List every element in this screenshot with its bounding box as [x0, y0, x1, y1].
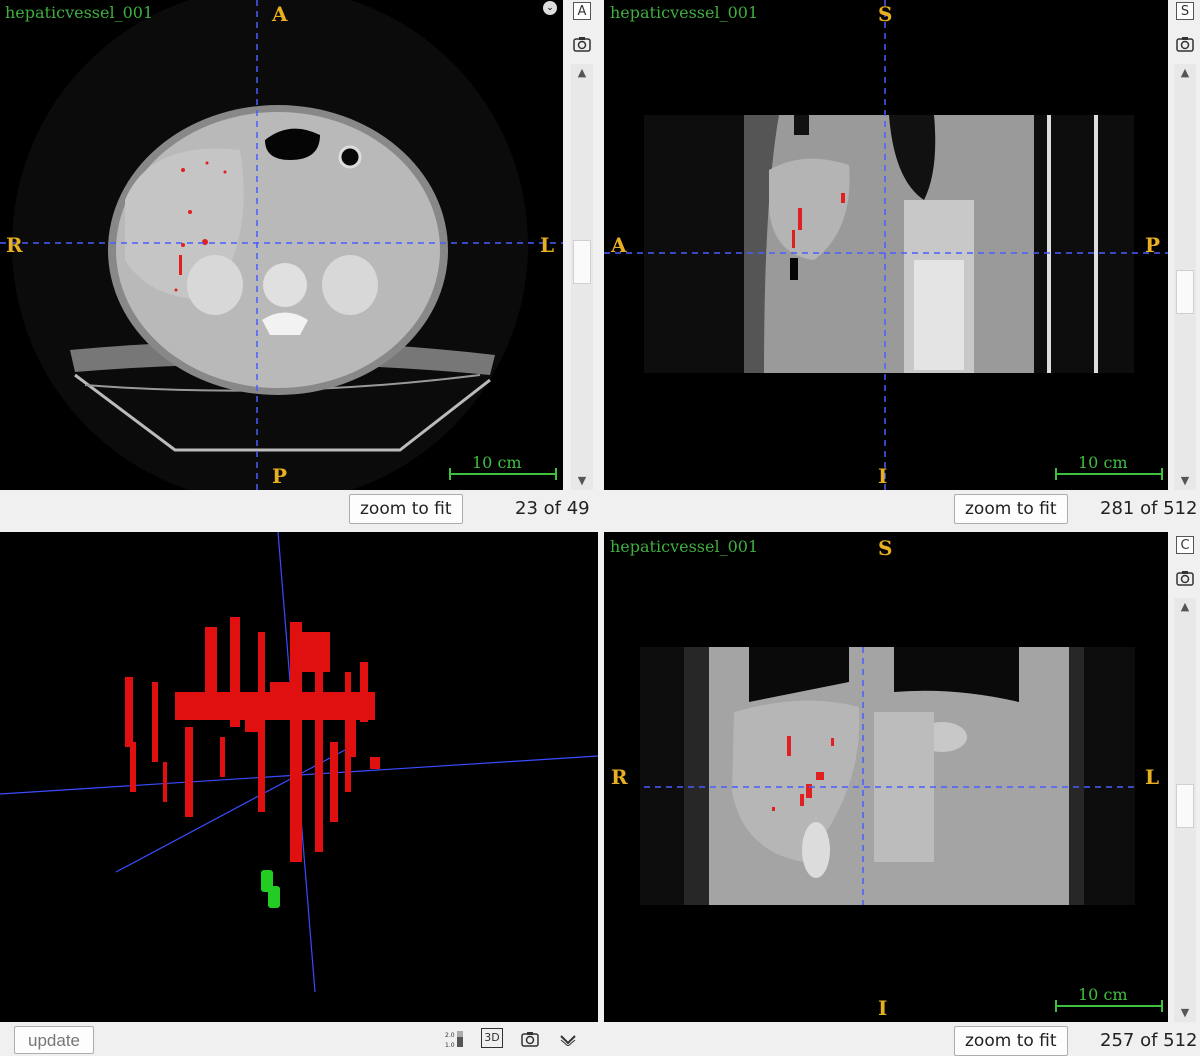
- plane-button-axial[interactable]: A: [573, 2, 591, 20]
- scroll-thumb[interactable]: [1176, 784, 1194, 828]
- vessel-3d-render: [0, 532, 598, 993]
- view-menu-icon[interactable]: ⌄: [543, 1, 557, 15]
- slice-scrollbar[interactable]: ▲ ▼: [1174, 598, 1196, 1022]
- orientation-right: L: [540, 233, 555, 257]
- axial-bottom-bar: zoom to fit 23 of 49: [0, 490, 600, 532]
- scroll-up-icon[interactable]: ▲: [571, 64, 593, 82]
- orientation-left: R: [611, 765, 628, 789]
- orientation-top: S: [878, 2, 893, 26]
- slice-counter: 257 of 512: [1100, 1030, 1198, 1051]
- orientation-right: L: [1145, 765, 1160, 789]
- orientation-top: A: [272, 2, 288, 26]
- update-button[interactable]: update: [14, 1026, 94, 1054]
- render-3d-view[interactable]: [0, 532, 598, 1022]
- coronal-bottom-bar: zoom to fit 257 of 512: [604, 1022, 1200, 1056]
- coronal-side-toolbar: C ▲ ▼: [1170, 534, 1200, 1022]
- scroll-down-icon[interactable]: ▼: [1174, 1004, 1196, 1022]
- scale-label: 10 cm: [472, 453, 522, 472]
- slice-counter: 23 of 49: [515, 498, 590, 519]
- orientation-top: S: [878, 536, 893, 560]
- orientation-bottom: I: [878, 996, 888, 1020]
- sagittal-view[interactable]: hepaticvessel_001 S I A P 10 cm: [604, 0, 1168, 490]
- zoom-to-fit-button[interactable]: zoom to fit: [954, 1026, 1068, 1056]
- camera-icon[interactable]: [1176, 36, 1194, 52]
- scale-toggle-icon[interactable]: 2.0 1.0: [445, 1030, 465, 1049]
- camera-icon[interactable]: [521, 1031, 539, 1047]
- 3d-toggle-button[interactable]: 3D: [481, 1028, 503, 1048]
- zoom-to-fit-button[interactable]: zoom to fit: [349, 494, 463, 524]
- camera-icon[interactable]: [573, 36, 591, 52]
- axial-side-toolbar: A ▲ ▼: [567, 0, 597, 490]
- scroll-up-icon[interactable]: ▲: [1174, 64, 1196, 82]
- coronal-ct-image: [640, 647, 1163, 1012]
- volume-label: hepaticvessel_001: [5, 3, 154, 22]
- svg-text:1.0: 1.0: [445, 1042, 455, 1048]
- camera-icon[interactable]: [1176, 570, 1194, 586]
- slice-scrollbar[interactable]: ▲ ▼: [1174, 64, 1196, 490]
- scroll-thumb[interactable]: [573, 240, 591, 284]
- chevron-down-icon[interactable]: [559, 1034, 577, 1046]
- orientation-bottom: P: [272, 464, 288, 488]
- sagittal-ct-image: [604, 0, 1168, 490]
- sagittal-bottom-bar: zoom to fit 281 of 512: [604, 490, 1200, 532]
- scale-label: 10 cm: [1078, 453, 1128, 472]
- zoom-to-fit-button[interactable]: zoom to fit: [954, 494, 1068, 524]
- scroll-up-icon[interactable]: ▲: [1174, 598, 1196, 616]
- plane-button-sagittal[interactable]: S: [1176, 2, 1194, 20]
- orientation-left: A: [611, 233, 627, 257]
- scroll-thumb[interactable]: [1176, 270, 1194, 314]
- slice-counter: 281 of 512: [1100, 498, 1198, 519]
- orientation-right: P: [1145, 233, 1161, 257]
- axial-ct-image: [0, 0, 563, 490]
- volume-label: hepaticvessel_001: [610, 3, 759, 22]
- svg-text:2.0: 2.0: [445, 1032, 455, 1039]
- scroll-down-icon[interactable]: ▼: [571, 472, 593, 490]
- scroll-down-icon[interactable]: ▼: [1174, 472, 1196, 490]
- orientation-bottom: I: [878, 464, 888, 488]
- slice-scrollbar[interactable]: ▲ ▼: [571, 64, 593, 490]
- coronal-view[interactable]: hepaticvessel_001 S I R L 10 cm: [604, 532, 1168, 1022]
- axial-view[interactable]: hepaticvessel_001 A P R L 10 cm ⌄: [0, 0, 563, 490]
- orientation-left: R: [6, 233, 23, 257]
- volume-label: hepaticvessel_001: [610, 537, 759, 556]
- sagittal-side-toolbar: S ▲ ▼: [1170, 0, 1200, 490]
- scale-label: 10 cm: [1078, 985, 1128, 1004]
- plane-button-coronal[interactable]: C: [1176, 536, 1194, 554]
